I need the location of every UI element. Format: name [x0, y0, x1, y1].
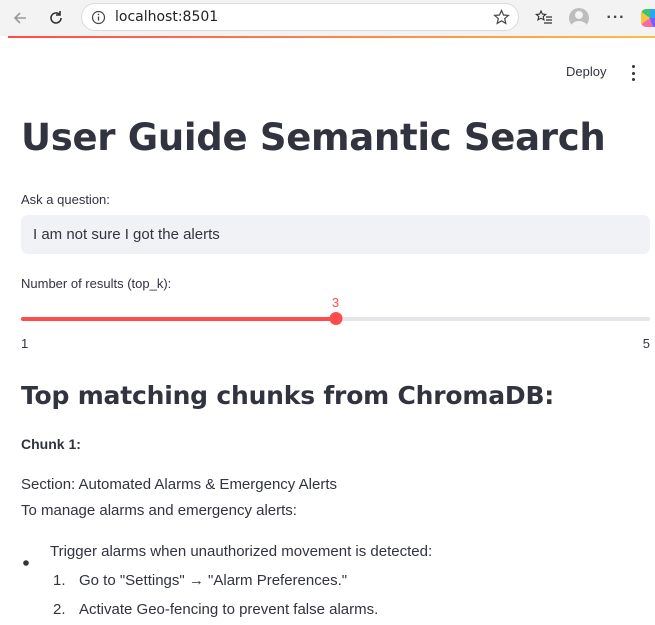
slider-fill: [21, 317, 336, 321]
copilot-icon[interactable]: [638, 6, 655, 30]
app-accent-bar: [8, 36, 655, 38]
url-text: localhost:8501: [115, 9, 219, 25]
more-icon[interactable]: ···: [604, 6, 628, 30]
slider-value-label: 3: [331, 295, 340, 310]
chunk-heading: Chunk 1:: [21, 436, 81, 452]
slider-min-label: 1: [21, 336, 29, 351]
refresh-icon[interactable]: [44, 6, 68, 30]
step-number: 1.: [53, 572, 66, 589]
page-title: User Guide Semantic Search: [21, 116, 606, 159]
top-k-slider[interactable]: 3 1 5: [21, 290, 650, 351]
main-menu-icon[interactable]: [624, 64, 642, 82]
chunk-section-line: Section: Automated Alarms & Emergency Al…: [21, 476, 337, 493]
info-icon[interactable]: [91, 10, 106, 30]
profile-avatar[interactable]: [567, 6, 591, 30]
favorites-icon[interactable]: [532, 6, 556, 30]
step-text: Activate Geo-fencing to prevent false al…: [79, 601, 379, 618]
results-heading: Top matching chunks from ChromaDB:: [21, 381, 555, 410]
deploy-button[interactable]: Deploy: [556, 62, 616, 81]
slider-thumb[interactable]: [329, 312, 342, 325]
slider-max-label: 5: [642, 336, 650, 351]
step-number: 2.: [53, 601, 66, 618]
step-text: Go to "Settings" → "Alarm Preferences.": [79, 572, 348, 589]
chunk-intro-line: To manage alarms and emergency alerts:: [21, 502, 297, 519]
bullet-text: Trigger alarms when unauthorized movemen…: [50, 543, 433, 560]
star-icon[interactable]: [493, 9, 510, 31]
address-bar[interactable]: localhost:8501: [81, 3, 519, 31]
question-input[interactable]: [21, 215, 650, 254]
back-icon[interactable]: [8, 6, 32, 30]
top-k-label: Number of results (top_k):: [21, 276, 172, 291]
bullet-dot-icon: [23, 553, 29, 570]
question-label: Ask a question:: [21, 192, 110, 207]
browser-toolbar: localhost:8501 ···: [0, 0, 655, 36]
